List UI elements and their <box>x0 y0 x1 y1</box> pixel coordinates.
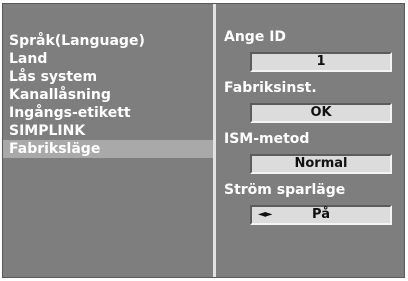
menu-item-factory-mode[interactable]: Fabriksläge <box>3 140 213 158</box>
ism-method-value-box[interactable]: Normal <box>250 154 392 174</box>
option-menu: Språk(Language) Land Lås system Kanallås… <box>3 4 213 277</box>
factory-reset-value: OK <box>310 105 332 120</box>
set-id-value: 1 <box>316 54 326 69</box>
settings-panel: Ange ID 1 Fabriksinst. OK ISM-metod Norm… <box>216 4 404 277</box>
power-saving-label: Ström sparläge <box>224 182 346 198</box>
power-saving-selector[interactable]: ◄► På <box>250 205 392 225</box>
menu-item-lock-system[interactable]: Lås system <box>3 68 213 86</box>
menu-item-input-label[interactable]: Ingångs-etikett <box>3 104 213 122</box>
menu-item-channel-lock[interactable]: Kanallåsning <box>3 86 213 104</box>
menu-item-country[interactable]: Land <box>3 50 213 68</box>
ism-method-value: Normal <box>294 156 348 171</box>
power-saving-value: På <box>312 207 330 222</box>
set-id-value-box[interactable]: 1 <box>250 52 392 72</box>
ism-method-label: ISM-metod <box>224 131 310 147</box>
menu-item-simplink[interactable]: SIMPLINK <box>3 122 213 140</box>
set-id-label: Ange ID <box>224 29 287 45</box>
osd-window: Språk(Language) Land Lås system Kanallås… <box>2 3 405 278</box>
factory-reset-button[interactable]: OK <box>250 103 392 123</box>
menu-item-language[interactable]: Språk(Language) <box>3 32 213 50</box>
menu-list: Språk(Language) Land Lås system Kanallås… <box>3 32 213 158</box>
factory-reset-label: Fabriksinst. <box>224 80 317 96</box>
left-right-arrows-icon[interactable]: ◄► <box>258 207 272 223</box>
